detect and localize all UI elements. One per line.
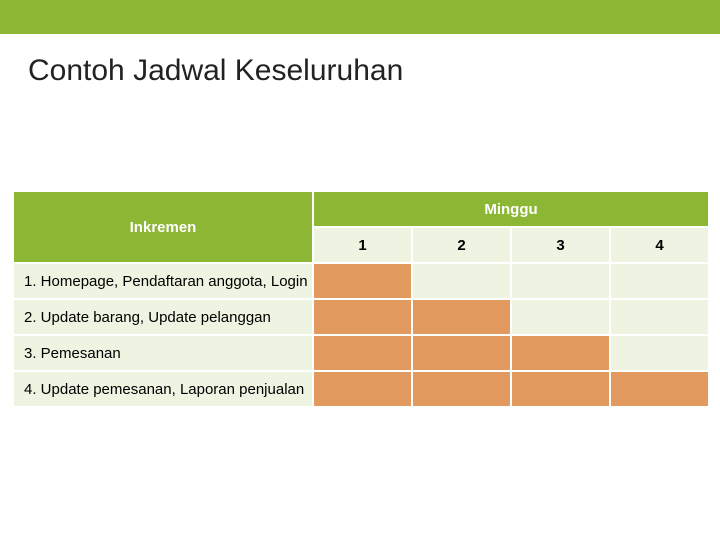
cell: [511, 371, 610, 407]
cell: [412, 371, 511, 407]
cell: [610, 335, 709, 371]
header-week-3: 3: [511, 227, 610, 263]
cell: [511, 299, 610, 335]
cell: [313, 263, 412, 299]
header-increment: Inkremen: [13, 191, 313, 263]
schedule-body: 1. Homepage, Pendaftaran anggota, Login …: [13, 263, 709, 407]
header-week-4: 4: [610, 227, 709, 263]
cell: [610, 371, 709, 407]
page-title: Contoh Jadwal Keseluruhan: [0, 34, 720, 88]
header-week-1: 1: [313, 227, 412, 263]
row-label: 1. Homepage, Pendaftaran anggota, Login: [13, 263, 313, 299]
header-week-2: 2: [412, 227, 511, 263]
schedule-table-wrap: Inkremen Minggu 1 2 3 4 1. Homepage, Pen…: [12, 190, 708, 408]
accent-bar: [0, 0, 720, 34]
header-row-1: Inkremen Minggu: [13, 191, 709, 227]
row-label: 2. Update barang, Update pelanggan: [13, 299, 313, 335]
cell: [412, 263, 511, 299]
table-row: 4. Update pemesanan, Laporan penjualan: [13, 371, 709, 407]
cell: [412, 299, 511, 335]
slide: Contoh Jadwal Keseluruhan Inkremen Mingg…: [0, 0, 720, 540]
cell: [313, 299, 412, 335]
cell: [610, 299, 709, 335]
table-row: 2. Update barang, Update pelanggan: [13, 299, 709, 335]
cell: [313, 335, 412, 371]
row-label: 3. Pemesanan: [13, 335, 313, 371]
header-week: Minggu: [313, 191, 709, 227]
table-row: 3. Pemesanan: [13, 335, 709, 371]
cell: [610, 263, 709, 299]
table-row: 1. Homepage, Pendaftaran anggota, Login: [13, 263, 709, 299]
schedule-table: Inkremen Minggu 1 2 3 4 1. Homepage, Pen…: [12, 190, 710, 408]
cell: [313, 371, 412, 407]
cell: [412, 335, 511, 371]
row-label: 4. Update pemesanan, Laporan penjualan: [13, 371, 313, 407]
cell: [511, 263, 610, 299]
cell: [511, 335, 610, 371]
